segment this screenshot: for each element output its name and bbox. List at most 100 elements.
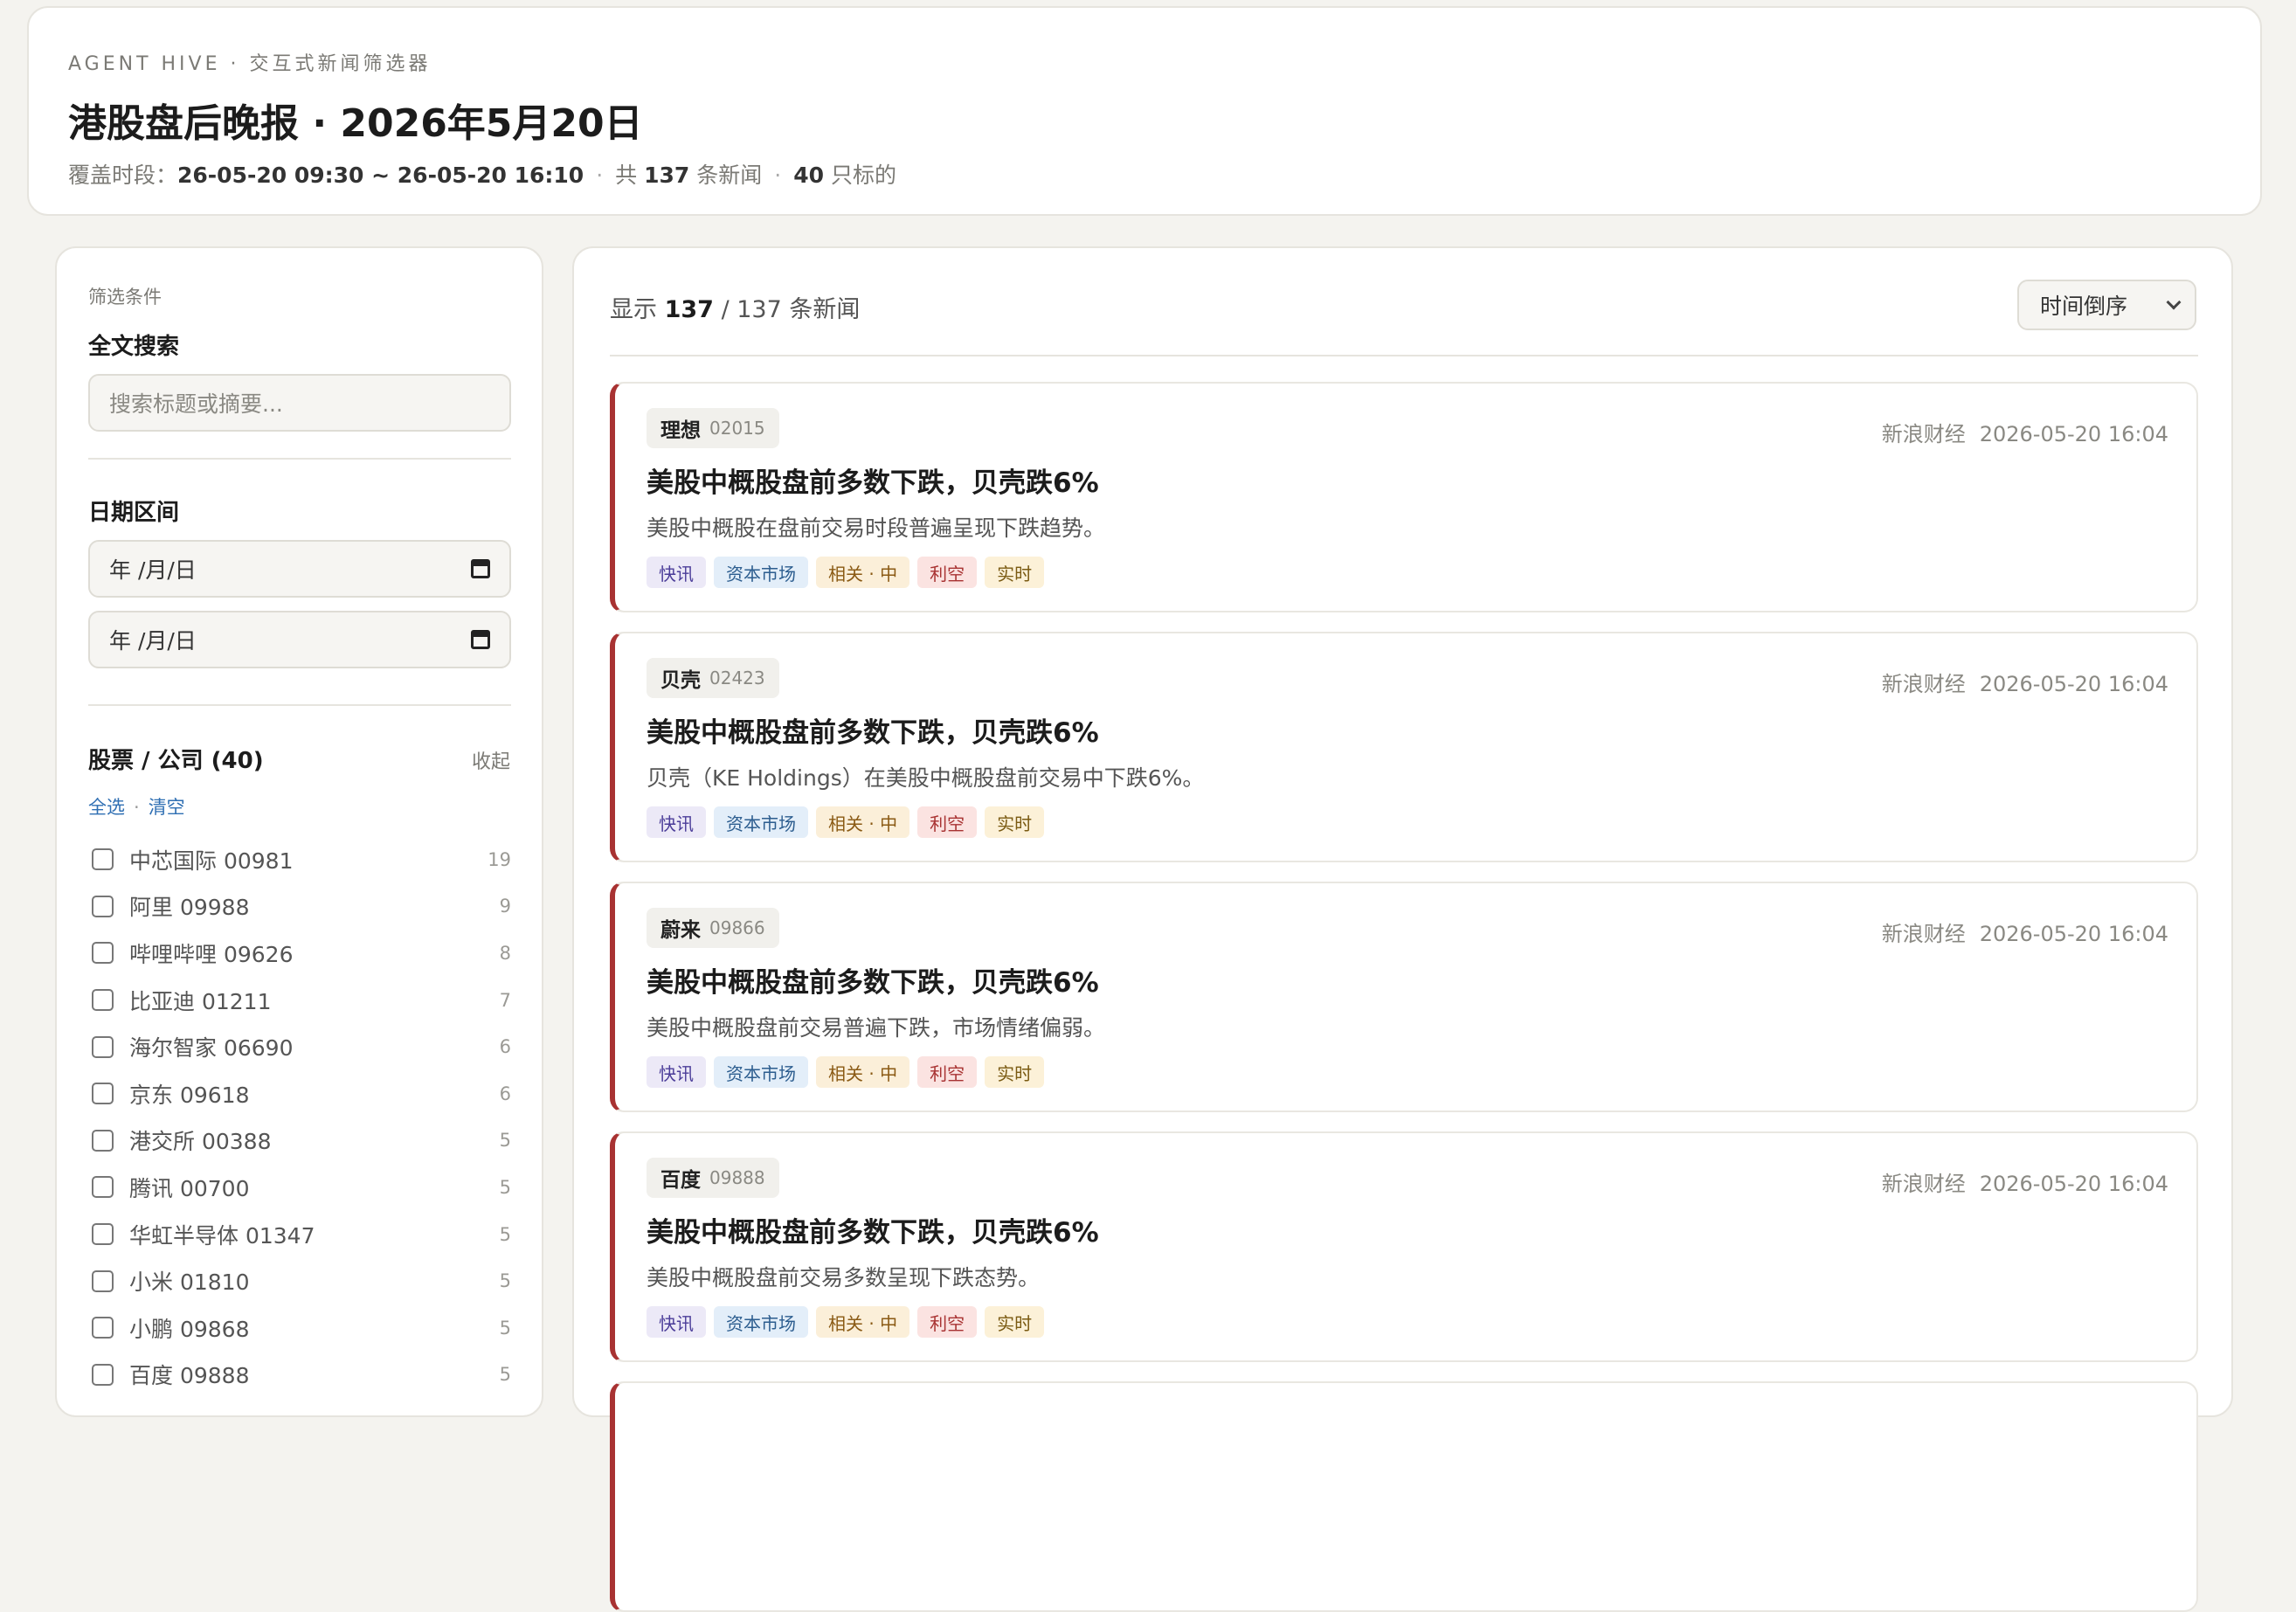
stock-option[interactable]: 腾讯 00700 5 [92, 1164, 511, 1211]
filter-caption: 筛选条件 [88, 287, 162, 308]
stock-label: 阿里 09988 [129, 895, 250, 921]
checkbox[interactable] [92, 1270, 114, 1292]
sort-select[interactable]: 时间倒序 [2017, 280, 2196, 330]
tag: 利空 [917, 1056, 978, 1088]
news-card[interactable]: 理想 02015 新浪财经 2026-05-20 16:04 美股中概股盘前多数下… [610, 382, 2198, 612]
checkbox[interactable] [92, 1317, 114, 1339]
tag: 实时 [985, 1056, 1045, 1088]
stock-option[interactable]: 阿里 09988 9 [92, 883, 511, 931]
stock-count-badge: 5 [499, 1270, 511, 1292]
news-card[interactable]: 百度 09888 新浪财经 2026-05-20 16:04 美股中概股盘前多数下… [610, 1131, 2198, 1362]
stock-count-badge: 6 [499, 1036, 511, 1058]
news-source: 新浪财经 2026-05-20 16:04 [1882, 917, 2168, 947]
stock-list: 中芯国际 00981 19 阿里 09988 9 哔哩哔哩 09626 8 比亚迪 0… [92, 836, 511, 1398]
date-from-input[interactable]: 年 /月/日 [88, 540, 511, 598]
stock-count-badge: 19 [488, 848, 511, 870]
tag: 资本市场 [714, 1306, 808, 1338]
news-source: 新浪财经 2026-05-20 16:04 [1882, 667, 2168, 697]
stock-option[interactable]: 小米 01810 5 [92, 1257, 511, 1304]
ticker-name: 理想 [660, 419, 701, 442]
checkbox[interactable] [92, 942, 114, 965]
source-name: 新浪财经 [1881, 422, 1966, 446]
stock-option[interactable]: 哔哩哔哩 09626 8 [92, 930, 511, 977]
tag: 快讯 [647, 1056, 706, 1088]
checkbox[interactable] [92, 1035, 114, 1058]
ticker-chip[interactable]: 蔚来 09866 [647, 908, 779, 948]
ticker-name: 百度 [660, 1169, 701, 1192]
filter-sidebar: 筛选条件 全文搜索 搜索标题或摘要... 日期区间 年 /月/日 年 /月/日 … [55, 246, 543, 1417]
sort-value: 时间倒序 [2040, 294, 2128, 319]
ticker-code: 09888 [709, 1167, 765, 1188]
news-summary: 贝壳（KE Holdings）在美股中概股盘前交易中下跌6%。 [647, 765, 1205, 791]
news-card[interactable]: 贝壳 02423 新浪财经 2026-05-20 16:04 美股中概股盘前多数下… [610, 632, 2198, 862]
news-source: 新浪财经 2026-05-20 16:04 [1882, 1166, 2168, 1197]
checkbox[interactable] [92, 1176, 114, 1199]
checkbox[interactable] [92, 1083, 114, 1105]
news-card[interactable] [610, 1381, 2198, 1612]
stock-count-badge: 9 [499, 896, 511, 917]
news-card[interactable]: 蔚来 09866 新浪财经 2026-05-20 16:04 美股中概股盘前多数下… [610, 882, 2198, 1112]
collapse-button[interactable]: 收起 [472, 746, 510, 774]
tag: 利空 [917, 1306, 978, 1338]
stock-option[interactable]: 港交所 00388 5 [92, 1117, 511, 1165]
stock-label: 腾讯 00700 [129, 1175, 250, 1201]
showing-count: 137 [664, 296, 714, 323]
ticker-chip[interactable]: 贝壳 02423 [647, 658, 779, 698]
divider [88, 458, 511, 460]
checkbox[interactable] [92, 1363, 114, 1386]
tag: 快讯 [647, 806, 706, 838]
news-title[interactable]: 美股中概股盘前多数下跌，贝壳跌6% [647, 960, 1099, 1000]
stock-count: 40 [793, 163, 825, 188]
tag: 资本市场 [714, 806, 808, 838]
news-time: 2026-05-20 16:04 [1979, 422, 2168, 446]
ticker-chip[interactable]: 百度 09888 [647, 1158, 779, 1198]
search-input[interactable]: 搜索标题或摘要... [88, 374, 511, 432]
stock-count-badge: 5 [499, 1223, 511, 1245]
stock-count-badge: 5 [499, 1130, 511, 1152]
checkbox[interactable] [92, 1223, 114, 1246]
range-label: 覆盖时段： [68, 163, 178, 188]
ticker-code: 09866 [709, 917, 765, 938]
news-title[interactable]: 美股中概股盘前多数下跌，贝壳跌6% [647, 1210, 1099, 1249]
date-to-input[interactable]: 年 /月/日 [88, 611, 511, 668]
calendar-icon[interactable] [471, 630, 490, 649]
calendar-icon[interactable] [471, 559, 490, 578]
checkbox[interactable] [92, 895, 114, 917]
date-from-value: 年 /月/日 [109, 557, 197, 583]
ticker-chip[interactable]: 理想 02015 [647, 408, 779, 448]
clear-link[interactable]: 清空 [149, 797, 185, 818]
stock-option[interactable]: 小鹏 09868 5 [92, 1304, 511, 1352]
search-heading: 全文搜索 [88, 334, 180, 360]
date-heading: 日期区间 [88, 500, 180, 526]
total-suffix: 条新闻 [696, 163, 763, 188]
news-summary: 美股中概股盘前交易多数呈现下跌态势。 [647, 1265, 1041, 1290]
news-title[interactable]: 美股中概股盘前多数下跌，贝壳跌6% [647, 460, 1099, 500]
stock-count-badge: 8 [499, 942, 511, 964]
tag: 实时 [985, 557, 1045, 588]
stock-option[interactable]: 海尔智家 06690 6 [92, 1023, 511, 1070]
stock-option[interactable]: 京东 09618 6 [92, 1070, 511, 1117]
source-name: 新浪财经 [1881, 1172, 1966, 1196]
select-all-link[interactable]: 全选 [88, 797, 125, 818]
stock-label: 港交所 00388 [129, 1129, 272, 1155]
stock-option[interactable]: 中芯国际 00981 19 [92, 836, 511, 883]
news-source: 新浪财经 2026-05-20 16:04 [1882, 417, 2168, 447]
app-eyebrow: AGENT HIVE · 交互式新闻筛选器 [68, 53, 432, 75]
checkbox[interactable] [92, 1129, 114, 1152]
date-to-value: 年 /月/日 [109, 628, 197, 654]
tag: 资本市场 [714, 1056, 808, 1088]
stock-option[interactable]: 比亚迪 01211 7 [92, 977, 511, 1024]
divider [610, 355, 2198, 356]
checkbox[interactable] [92, 989, 114, 1012]
stock-option[interactable]: 华虹半导体 01347 5 [92, 1211, 511, 1258]
checkbox[interactable] [92, 848, 114, 871]
total-count: 137 [644, 163, 690, 188]
stock-option[interactable]: 百度 09888 5 [92, 1352, 511, 1399]
ticker-name: 贝壳 [660, 669, 701, 692]
stock-label: 哔哩哔哩 09626 [129, 941, 294, 967]
tag-list: 快讯 资本市场 相关 · 中 利空 实时 [647, 806, 1045, 838]
news-title[interactable]: 美股中概股盘前多数下跌，贝壳跌6% [647, 710, 1099, 750]
news-summary: 美股中概股盘前交易普遍下跌，市场情绪偏弱。 [647, 1015, 1106, 1041]
result-count: 显示 137 / 137 条新闻 [610, 290, 860, 324]
search-placeholder: 搜索标题或摘要... [109, 391, 283, 417]
